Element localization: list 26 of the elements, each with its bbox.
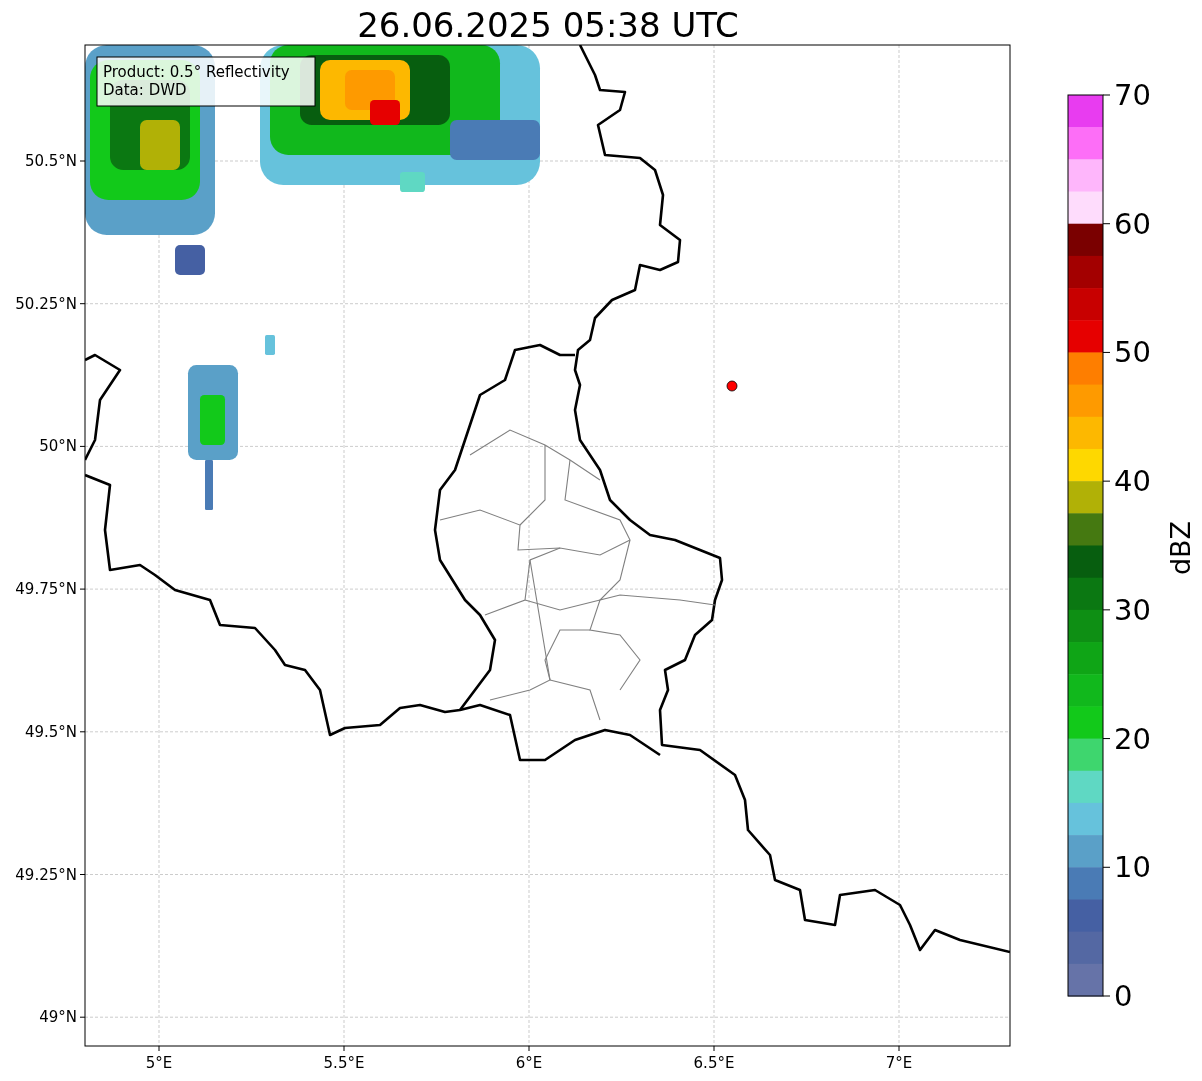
radar-echo	[265, 335, 275, 355]
y-tick-label: 49°N	[39, 1008, 77, 1027]
colorbar-tick-label: 10	[1114, 850, 1151, 885]
radar-echo	[175, 245, 205, 275]
x-tick-label: 6°E	[515, 1054, 543, 1072]
y-tick-label: 49.75°N	[15, 580, 77, 599]
colorbar-label: dBZ	[1165, 520, 1196, 576]
y-tick-label: 49.25°N	[15, 865, 77, 884]
y-tick-label: 50.25°N	[15, 294, 77, 313]
x-tick-label: 7°E	[885, 1054, 913, 1072]
colorbar-tick-label: 50	[1114, 335, 1151, 370]
colorbar-tick-label: 30	[1114, 592, 1151, 627]
y-tick-label: 50°N	[39, 437, 77, 456]
x-tick-label: 6.5°E	[693, 1054, 735, 1072]
colorbar-tick-label: 20	[1114, 721, 1151, 756]
x-tick-label: 5°E	[145, 1054, 173, 1072]
colorbar-tick-label: 70	[1114, 78, 1151, 112]
info-text: Data: DWD	[103, 81, 187, 99]
colorbar-tick-label: 60	[1114, 206, 1151, 241]
colorbar-tick-label: 0	[1114, 979, 1133, 1013]
colorbar-tick-label: 40	[1114, 464, 1151, 499]
chart-title: 26.06.2025 05:38 UTC	[357, 5, 739, 45]
x-tick-label: 5.5°E	[323, 1054, 365, 1072]
y-tick-label: 49.5°N	[24, 722, 77, 741]
y-tick-label: 50.5°N	[24, 152, 77, 170]
info-text: Product: 0.5° Reflectivity	[103, 63, 290, 81]
